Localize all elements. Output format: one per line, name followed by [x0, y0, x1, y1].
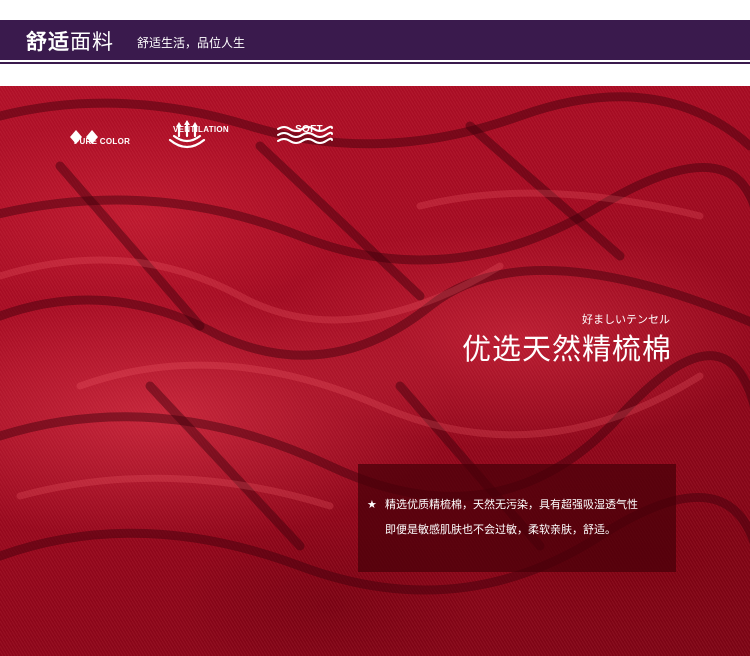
- fabric-title: 优选天然精梳棉: [461, 332, 672, 366]
- diamonds-icon: [70, 130, 98, 144]
- description-line: 即便是敏感肌肤也不会过敏，柔软亲肤，舒适。: [385, 523, 616, 536]
- header-divider: [0, 62, 750, 64]
- fabric-photo: PURE COLOR VENTILATION SOFT ★ 精选优质精梳棉，天然…: [0, 86, 750, 656]
- feature-ventilation: VENTILATION: [166, 120, 236, 149]
- section-title-normal: 面料: [70, 30, 114, 54]
- star-icon: ★: [367, 498, 377, 511]
- fabric-kana: 好ましいテンセル: [582, 313, 670, 326]
- feature-pure-color: PURE COLOR: [66, 126, 138, 146]
- section-title-bold: 舒适: [26, 30, 70, 54]
- feature-soft: SOFT: [276, 124, 342, 144]
- section-title: 舒适面料: [26, 26, 114, 56]
- description-box: ★ 精选优质精梳棉，天然无污染，具有超强吸湿透气性 即便是敏感肌肤也不会过敏，柔…: [358, 464, 676, 572]
- waves-icon: [277, 125, 333, 144]
- ventilation-icon: [168, 120, 206, 149]
- description-line: 精选优质精梳棉，天然无污染，具有超强吸湿透气性: [385, 498, 638, 511]
- section-subtitle: 舒适生活，品位人生: [137, 36, 246, 50]
